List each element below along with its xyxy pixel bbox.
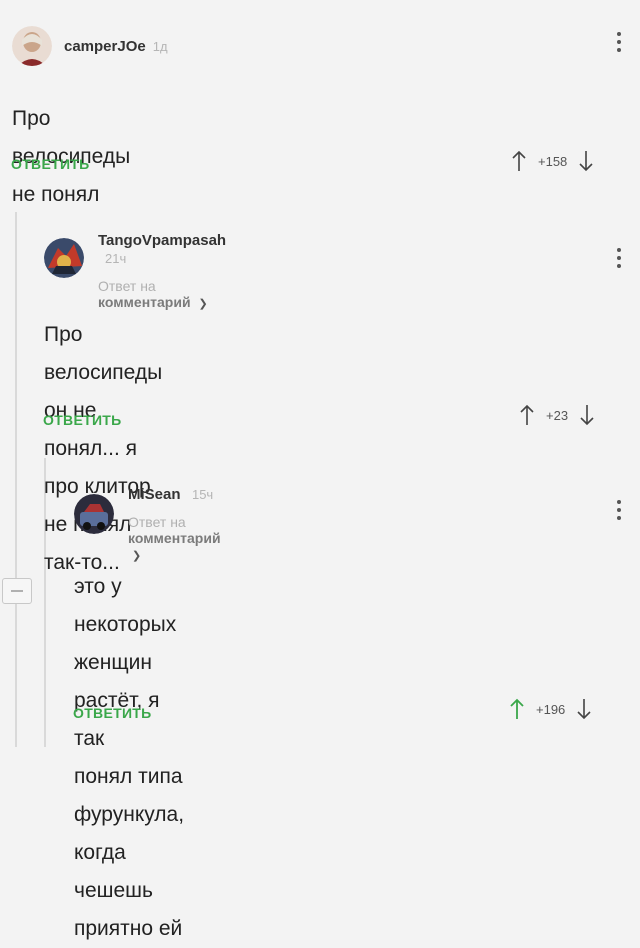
chevron-down-icon: ❯ (198, 298, 208, 310)
comment-text-line: это у некоторых женщин растёт, я так (74, 575, 177, 750)
more-vertical-icon[interactable] (617, 500, 621, 520)
vote-controls: +158 (512, 150, 593, 172)
reply-to-target: комментарий (128, 530, 221, 546)
rating: +23 (546, 407, 569, 423)
chevron-down-icon: ❯ (132, 550, 142, 562)
reply-to-target: комментарий (98, 294, 191, 310)
comment-text-line: Про велосипеды он не понял... я про клит… (44, 323, 163, 498)
comment-header: MiSean 15ч Ответ на комментарий ❯ (74, 486, 221, 562)
comment-text-line: приятно ей (74, 917, 183, 940)
avatar[interactable] (12, 26, 52, 66)
arrow-down-icon[interactable] (580, 404, 594, 426)
reply-to-prefix: Ответ на (128, 514, 186, 530)
username[interactable]: TangoVpampasah (98, 232, 226, 249)
timestamp: 1д (152, 38, 168, 54)
vote-controls: +196 (510, 698, 591, 720)
timestamp: 21ч (105, 251, 127, 266)
arrow-up-icon[interactable] (510, 698, 524, 720)
username[interactable]: MiSean (128, 486, 181, 503)
arrow-up-icon[interactable] (512, 150, 526, 172)
arrow-up-icon[interactable] (520, 404, 534, 426)
reply-button[interactable]: ОТВЕТИТЬ (11, 156, 90, 172)
collapse-icon (11, 590, 23, 592)
timestamp: 15ч (191, 487, 214, 502)
collapse-thread-button[interactable] (2, 578, 32, 604)
avatar[interactable] (44, 238, 84, 278)
avatar[interactable] (74, 494, 114, 534)
rating: +158 (538, 153, 568, 169)
more-vertical-icon[interactable] (617, 248, 621, 268)
reply-to-prefix: Ответ на (98, 278, 156, 294)
reply-to-link[interactable]: Ответ на комментарий ❯ (128, 514, 221, 562)
comment-text: это у некоторых женщин растёт, я так пон… (74, 568, 184, 948)
reply-button[interactable]: ОТВЕТИТЬ (43, 412, 122, 428)
comment-header: TangoVpampasah 21ч Ответ на комментарий … (44, 232, 226, 310)
arrow-down-icon[interactable] (579, 150, 593, 172)
vote-controls: +23 (520, 404, 594, 426)
thread-line (15, 212, 17, 747)
more-vertical-icon[interactable] (617, 32, 621, 52)
reply-to-link[interactable]: Ответ на комментарий ❯ (98, 278, 226, 310)
comment-text-line: понял типа фурункула, когда чешешь (74, 765, 185, 902)
arrow-down-icon[interactable] (577, 698, 591, 720)
comment-header: camperJOe 1д (12, 26, 168, 66)
rating: +196 (536, 701, 566, 717)
username[interactable]: camperJOe (64, 38, 146, 55)
reply-button[interactable]: ОТВЕТИТЬ (73, 705, 152, 721)
